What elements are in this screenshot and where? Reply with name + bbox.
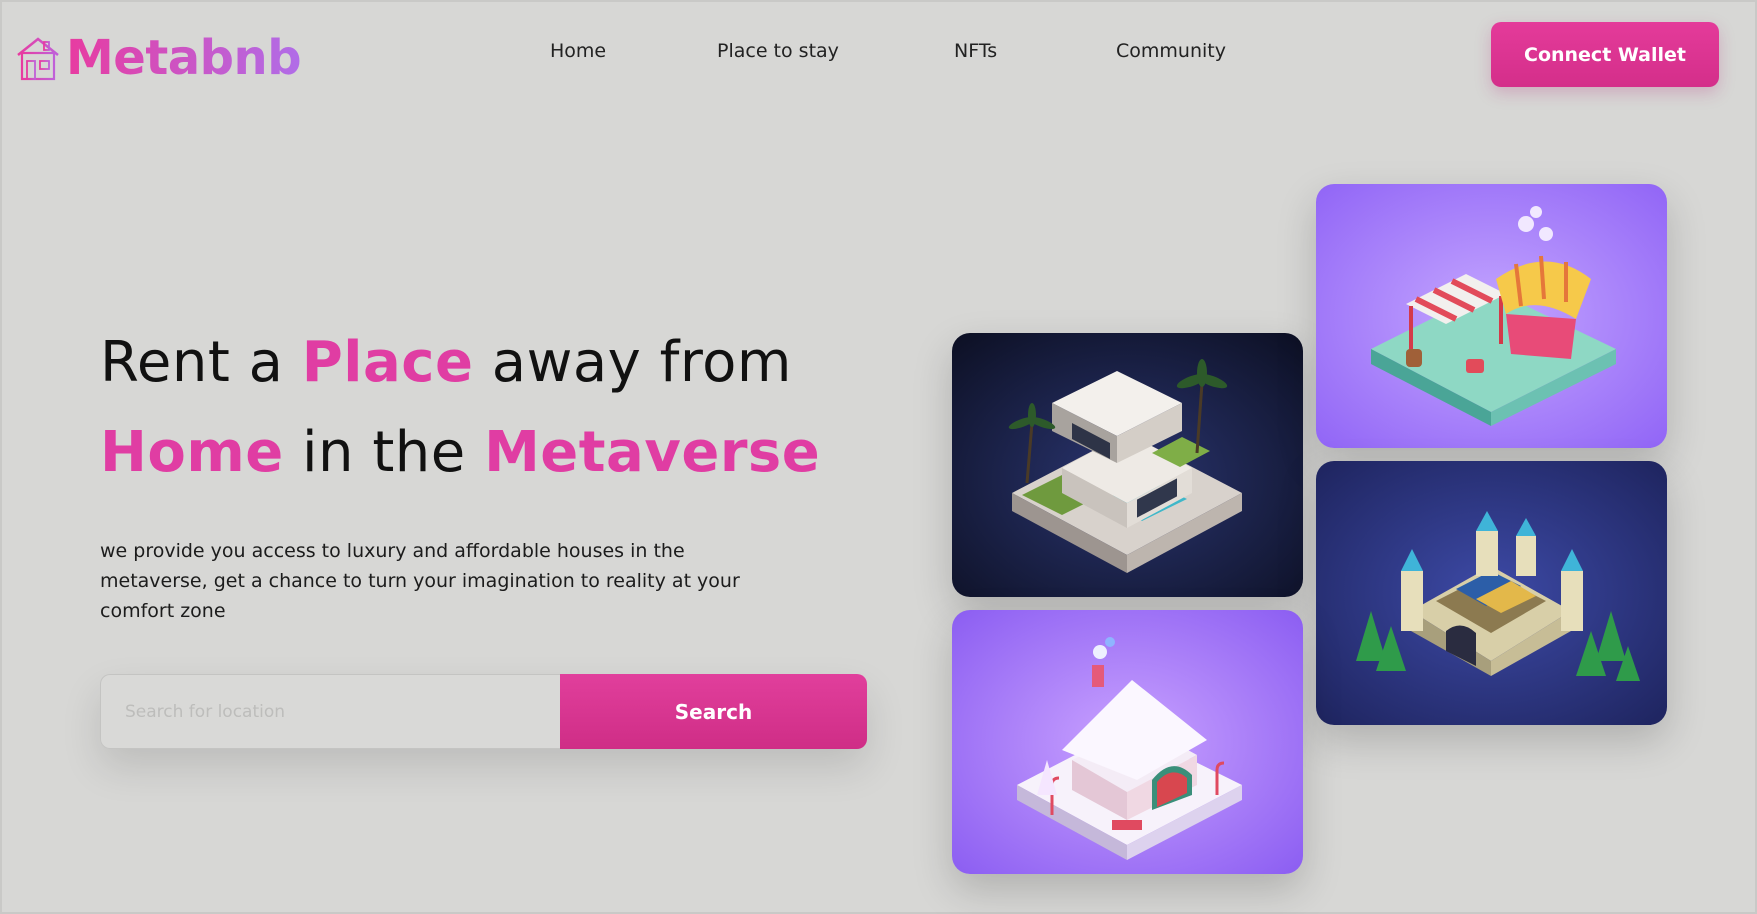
isometric-market-stalls-image xyxy=(1316,184,1667,448)
connect-wallet-button[interactable]: Connect Wallet xyxy=(1491,22,1719,87)
search-bar: Search xyxy=(100,674,867,749)
nav-link-nfts[interactable]: NFTs xyxy=(954,40,997,62)
hero-title-word: in the xyxy=(301,420,466,485)
hero-description: we provide you access to luxury and affo… xyxy=(100,540,740,622)
landing-page: Metabnb Home Place to stay NFTs Communit… xyxy=(0,0,1757,914)
hero-title-highlight: Home xyxy=(100,420,284,485)
isometric-gingerbread-house-image xyxy=(952,610,1303,874)
nav-link-place-to-stay[interactable]: Place to stay xyxy=(717,40,839,62)
hero-title-highlight: Place xyxy=(301,330,474,395)
isometric-castle-image xyxy=(1316,461,1667,725)
nav-link-home[interactable]: Home xyxy=(550,40,606,62)
isometric-modern-villa-image xyxy=(952,333,1303,597)
hero-title: Rent a Place away from Home in the Metav… xyxy=(100,318,860,498)
search-input[interactable] xyxy=(100,674,560,749)
nav-link-community[interactable]: Community xyxy=(1116,40,1226,62)
hero-title-word: away from xyxy=(491,330,792,395)
hero-title-word: Rent a xyxy=(100,330,284,395)
search-button[interactable]: Search xyxy=(560,674,867,749)
hero-title-highlight: Metaverse xyxy=(484,420,821,485)
